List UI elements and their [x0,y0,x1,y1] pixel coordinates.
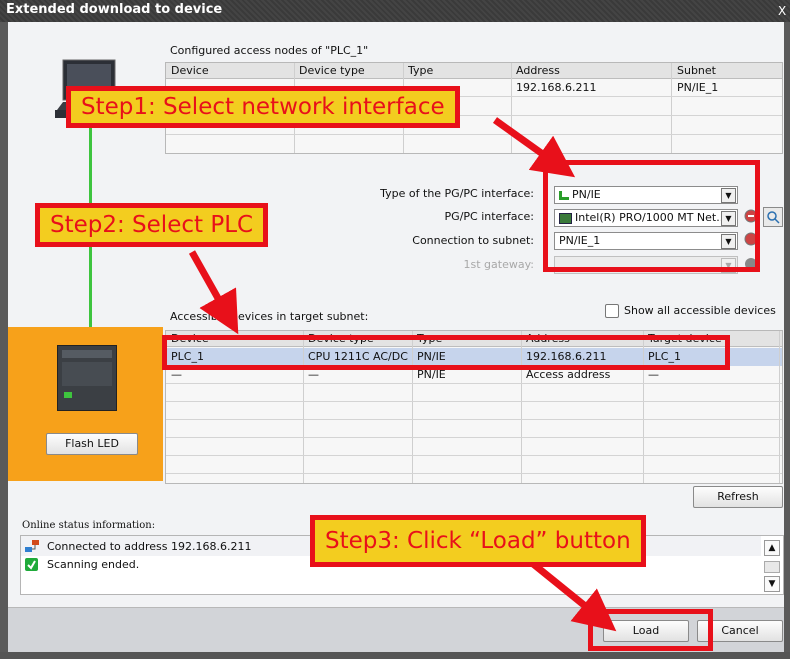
step3-callout: Step3: Click “Load” button [310,515,646,567]
step2-arrow [188,250,239,335]
step3-arrow [529,560,617,632]
step2-callout: Step2: Select PLC [35,203,269,247]
step1-callout: Step1: Select network interface [66,86,460,128]
step1-arrow [492,117,576,178]
